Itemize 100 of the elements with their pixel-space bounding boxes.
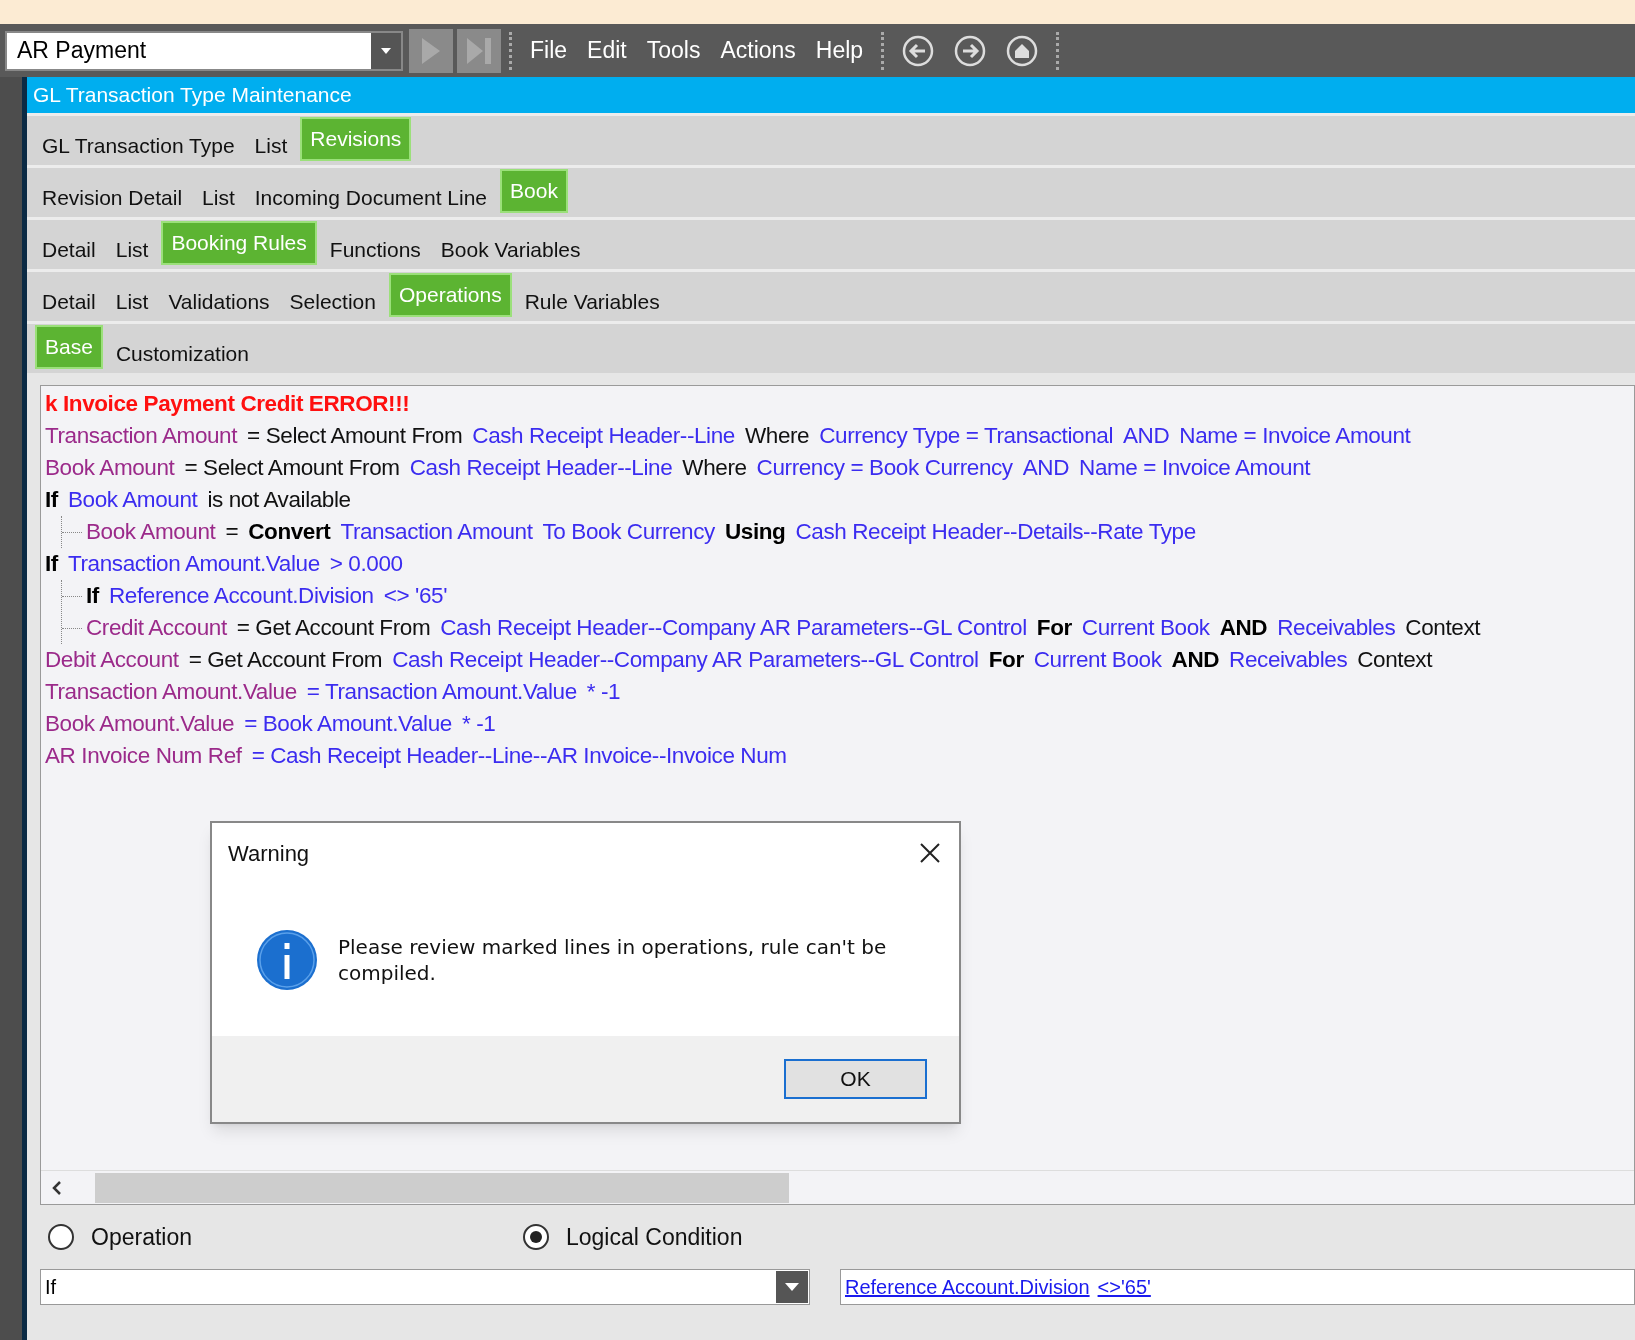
scroll-left-icon[interactable] bbox=[51, 1180, 63, 1195]
code-token: Name = Invoice Amount bbox=[1179, 422, 1411, 451]
code-token: = Book Amount.Value bbox=[244, 710, 452, 739]
module-dropdown[interactable]: AR Payment bbox=[5, 30, 403, 71]
menu-item[interactable]: Edit bbox=[587, 33, 627, 68]
code-token: Reference Account.Division bbox=[108, 582, 374, 611]
code-token: AND bbox=[1022, 454, 1070, 483]
code-token: Name = Invoice Amount bbox=[1079, 454, 1311, 483]
code-token: is not Available bbox=[207, 486, 351, 515]
code-token: = Select Amount From bbox=[184, 454, 400, 483]
menu-item[interactable]: Tools bbox=[646, 33, 701, 68]
code-token: Current Book bbox=[1081, 614, 1210, 643]
code-token: Current Book bbox=[1033, 646, 1162, 675]
code-token: Debit Account bbox=[45, 646, 179, 675]
code-token: Book Amount bbox=[86, 518, 216, 547]
caret-icon bbox=[785, 1283, 799, 1291]
code-token: Cash Receipt Header--Line bbox=[409, 454, 673, 483]
code-token: * -1 bbox=[461, 710, 496, 739]
code-token: Receivables bbox=[1229, 646, 1348, 675]
tab[interactable]: List bbox=[247, 124, 295, 168]
expression-field[interactable]: Reference Account.Division <>'65' bbox=[840, 1269, 1635, 1305]
tab[interactable]: Detail bbox=[35, 280, 103, 324]
code-token: Transaction Amount.Value bbox=[45, 678, 297, 707]
code-token: AND bbox=[1219, 614, 1268, 643]
code-token: = bbox=[225, 518, 239, 547]
tab[interactable]: Functions bbox=[322, 228, 428, 272]
code-token: Cash Receipt Header--Line bbox=[472, 422, 735, 451]
close-icon[interactable] bbox=[919, 842, 941, 864]
dialog-message: Please review marked lines in operations, rule can't be compiled. bbox=[338, 933, 888, 986]
code-token: Transaction Amount bbox=[340, 518, 533, 547]
code-token: Transaction Amount bbox=[45, 422, 238, 451]
tab[interactable]: List bbox=[195, 176, 242, 220]
code-token: Convert bbox=[248, 518, 331, 547]
back-icon[interactable] bbox=[902, 34, 935, 67]
scrollbar-thumb[interactable] bbox=[95, 1172, 789, 1203]
code-token: Cash Receipt Header--Details--Rate Type bbox=[795, 518, 1196, 547]
window-title: GL Transaction Type Maintenance bbox=[33, 82, 352, 109]
code-token: = Get Account From bbox=[188, 646, 383, 675]
tab[interactable]: List bbox=[108, 280, 156, 324]
code-token: AND bbox=[1171, 646, 1220, 675]
tab[interactable]: Rule Variables bbox=[517, 280, 667, 324]
code-token: For bbox=[988, 646, 1024, 675]
code-token: To Book Currency bbox=[542, 518, 715, 547]
caret-icon bbox=[381, 47, 391, 54]
tab[interactable]: Incoming Document Line bbox=[247, 176, 495, 220]
play-icon bbox=[422, 37, 440, 64]
code-token: <> '65' bbox=[383, 582, 448, 611]
expression-link[interactable]: <>'65' bbox=[1097, 1272, 1151, 1302]
tab[interactable]: GL Transaction Type bbox=[35, 124, 242, 168]
statement-dropdown[interactable]: If bbox=[40, 1269, 810, 1305]
menu-item[interactable]: Actions bbox=[720, 33, 796, 68]
tab[interactable]: Validations bbox=[161, 280, 277, 324]
skip-button[interactable] bbox=[457, 28, 501, 73]
tab[interactable]: Book Variables bbox=[433, 228, 588, 272]
info-icon bbox=[256, 928, 318, 991]
tab[interactable]: List bbox=[108, 228, 156, 272]
tab[interactable]: Selection bbox=[282, 280, 383, 324]
code-token: Where bbox=[744, 422, 810, 451]
expression-link[interactable]: Reference Account.Division bbox=[845, 1272, 1090, 1302]
code-token: Using bbox=[724, 518, 786, 547]
code-token: If bbox=[45, 550, 58, 579]
ok-button[interactable]: OK bbox=[784, 1059, 927, 1099]
code-token: Where bbox=[682, 454, 747, 483]
tab[interactable]: Detail bbox=[35, 228, 103, 272]
dialog-title: Warning bbox=[228, 839, 310, 868]
code-token: = Select Amount From bbox=[247, 422, 463, 451]
play-button[interactable] bbox=[409, 28, 453, 73]
code-token: AR Invoice Num Ref bbox=[45, 742, 242, 771]
radio-option[interactable]: Operation bbox=[48, 1219, 523, 1255]
code-token: Currency = Book Currency bbox=[756, 454, 1013, 483]
code-token: Credit Account bbox=[86, 614, 227, 643]
code-token: Cash Receipt Header--Company AR Parameters--GL Control bbox=[440, 614, 1027, 643]
code-token: If bbox=[45, 486, 58, 515]
code-token: If bbox=[86, 582, 99, 611]
forward-icon[interactable] bbox=[954, 34, 987, 67]
radio-option[interactable]: Logical Condition bbox=[523, 1219, 743, 1255]
code-token: For bbox=[1036, 614, 1072, 643]
radio-button[interactable] bbox=[48, 1224, 74, 1250]
code-token: Transaction Amount.Value bbox=[67, 550, 320, 579]
code-token: = Transaction Amount.Value bbox=[306, 678, 577, 707]
code-token: = Cash Receipt Header--Line--AR Invoice--Invoice Num bbox=[251, 742, 787, 771]
horizontal-scrollbar[interactable] bbox=[41, 1170, 1634, 1204]
code-token: = Get Account From bbox=[236, 614, 431, 643]
code-token: Cash Receipt Header--Company AR Parameters--GL Control bbox=[392, 646, 979, 675]
code-token: Book Amount.Value bbox=[45, 710, 235, 739]
home-icon[interactable] bbox=[1006, 34, 1039, 67]
menu-item[interactable]: File bbox=[530, 33, 568, 68]
radio-button[interactable] bbox=[523, 1224, 549, 1250]
code-token: Currency Type = Transactional bbox=[819, 422, 1113, 451]
code-token: * -1 bbox=[586, 678, 621, 707]
code-token: Context bbox=[1405, 614, 1481, 643]
tab[interactable]: Revision Detail bbox=[35, 176, 190, 220]
code-token: Context bbox=[1357, 646, 1432, 675]
code-token: AND bbox=[1123, 422, 1170, 451]
skip-icon bbox=[467, 37, 491, 64]
code-token: Receivables bbox=[1277, 614, 1396, 643]
tab[interactable]: Customization bbox=[108, 332, 256, 376]
code-token: > 0.000 bbox=[329, 550, 403, 579]
code-token: Book Amount bbox=[67, 486, 198, 515]
menu-item[interactable]: Help bbox=[815, 33, 864, 68]
